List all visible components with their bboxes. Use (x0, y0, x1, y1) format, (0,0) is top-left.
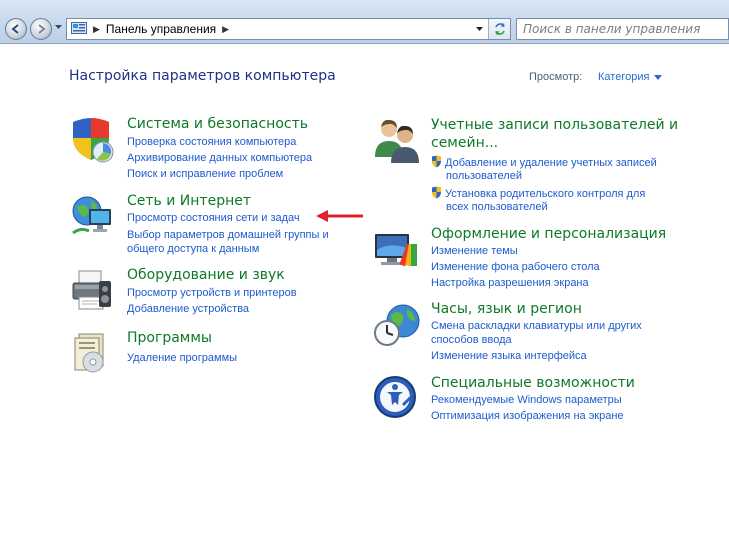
view-mode-dropdown[interactable]: Категория (598, 71, 663, 83)
link-parental-controls[interactable]: Установка родительского контроля для (431, 186, 645, 200)
category-user-accounts: Учетные записи пользователей и семейн...… (373, 117, 678, 217)
category-title-programs[interactable]: Программы (127, 330, 212, 346)
refresh-icon (494, 23, 505, 35)
network-globe-icon (72, 196, 111, 235)
uac-shield-icon (432, 186, 441, 199)
link-parental-controls-cont[interactable]: всех пользователей (446, 201, 548, 213)
category-title-network-internet[interactable]: Сеть и Интернет (127, 193, 251, 209)
link-screen-resolution[interactable]: Настройка разрешения экрана (431, 277, 589, 289)
link-uninstall-program[interactable]: Удаление программы (127, 352, 237, 364)
link-check-computer-status[interactable]: Проверка состояния компьютера (127, 136, 296, 148)
category-title-hardware-sound[interactable]: Оборудование и звук (127, 267, 285, 283)
link-homegroup-settings-cont[interactable]: общего доступа к данным (127, 243, 259, 255)
category-hardware-sound: Оборудование и звук Просмотр устройств и… (69, 267, 349, 323)
link-homegroup-settings[interactable]: Выбор параметров домашней группы и (127, 229, 329, 241)
address-dropdown-button[interactable] (472, 19, 486, 39)
clock-globe-icon (374, 304, 420, 346)
category-title-system-security[interactable]: Система и безопасность (127, 116, 308, 132)
link-add-remove-accounts-cont[interactable]: пользователей (446, 170, 522, 182)
category-clock-language-region: Часы, язык и регион Смена раскладки клав… (373, 301, 673, 367)
link-backup-computer[interactable]: Архивирование данных компьютера (127, 152, 312, 164)
back-button[interactable] (5, 18, 27, 40)
category-ease-of-access: Специальные возможности Рекомендуемые Wi… (373, 375, 673, 427)
arrow-right-icon (38, 24, 46, 34)
page-title: Настройка параметров компьютера (69, 68, 336, 84)
personalization-monitor-icon (375, 234, 417, 267)
system-security-shield-icon (73, 118, 114, 163)
link-change-keyboard-cont[interactable]: способов ввода (431, 334, 512, 346)
link-parental-controls-text: Установка родительского контроля для (445, 188, 646, 200)
search-placeholder: Поиск в панели управления (523, 22, 701, 36)
view-label: Просмотр: (529, 71, 583, 83)
category-title-ease-of-access[interactable]: Специальные возможности (431, 375, 635, 391)
view-mode-value: Категория (598, 71, 650, 83)
link-view-devices-printers[interactable]: Просмотр устройств и принтеров (127, 287, 297, 299)
address-bar[interactable]: ▶ Панель управления ▶ (66, 18, 511, 40)
link-add-remove-accounts-text: Добавление и удаление учетных записей (445, 157, 657, 169)
link-view-network-status[interactable]: Просмотр состояния сети и задач (127, 212, 300, 224)
chevron-down-icon (654, 74, 663, 80)
link-optimize-display[interactable]: Оптимизация изображения на экране (431, 410, 624, 422)
link-change-theme[interactable]: Изменение темы (431, 245, 518, 257)
printer-icon (72, 270, 111, 310)
category-title-appearance[interactable]: Оформление и персонализация (431, 226, 666, 242)
category-title-user-accounts-cont[interactable]: семейн... (431, 135, 498, 151)
arrow-left-icon (11, 24, 19, 34)
refresh-button[interactable] (488, 19, 510, 39)
category-programs: Программы Удаление программы (69, 330, 329, 382)
category-network-internet: Сеть и Интернет Просмотр состояния сети … (69, 193, 359, 259)
annotation-arrow-icon (316, 210, 363, 222)
users-icon (375, 119, 419, 163)
category-appearance: Оформление и персонализация Изменение те… (373, 226, 673, 294)
control-panel-icon (71, 22, 87, 34)
category-system-security: Система и безопасность Проверка состояни… (69, 116, 349, 186)
link-change-display-language[interactable]: Изменение языка интерфейса (431, 350, 587, 362)
programs-icon (74, 333, 104, 373)
recent-pages-dropdown-icon[interactable] (55, 25, 62, 30)
ease-of-access-icon (374, 376, 416, 418)
category-title-user-accounts[interactable]: Учетные записи пользователей и (431, 117, 678, 133)
forward-button[interactable] (30, 18, 52, 40)
uac-shield-icon (432, 155, 441, 168)
breadcrumb-separator-icon[interactable]: ▶ (222, 24, 229, 35)
link-add-device[interactable]: Добавление устройства (127, 303, 249, 315)
link-find-fix-problems[interactable]: Поиск и исправление проблем (127, 168, 283, 180)
title-bar: ▶ Панель управления ▶ Поиск в панели упр… (0, 0, 729, 44)
link-recommended-settings[interactable]: Рекомендуемые Windows параметры (431, 394, 622, 406)
chevron-down-icon (475, 26, 483, 31)
category-title-clock-language-region[interactable]: Часы, язык и регион (431, 301, 582, 317)
breadcrumb-control-panel[interactable]: Панель управления (106, 22, 216, 36)
link-add-remove-accounts[interactable]: Добавление и удаление учетных записей (431, 155, 657, 169)
breadcrumb-separator-icon: ▶ (93, 23, 100, 34)
link-change-keyboard[interactable]: Смена раскладки клавиатуры или других (431, 320, 642, 332)
search-input[interactable]: Поиск в панели управления (516, 18, 729, 40)
link-change-desktop-background[interactable]: Изменение фона рабочего стола (431, 261, 600, 273)
